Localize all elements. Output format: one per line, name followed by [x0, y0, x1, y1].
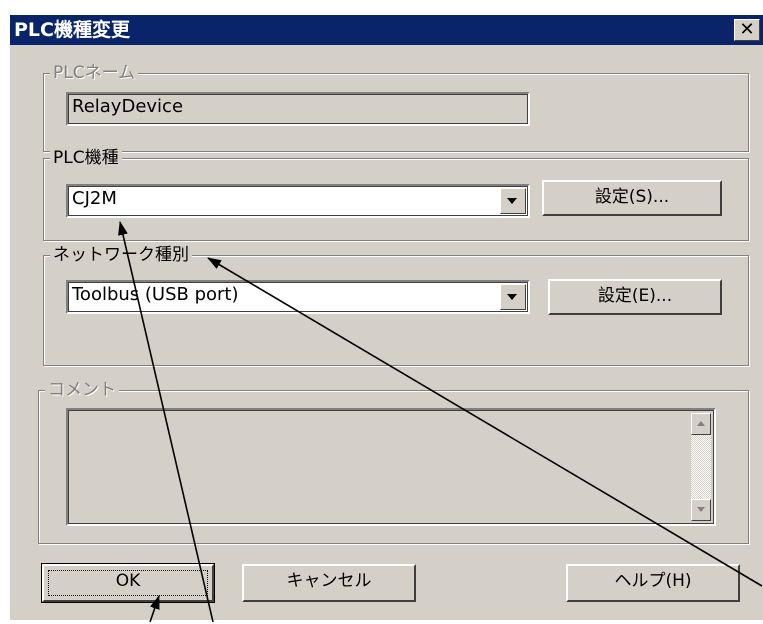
close-icon: ✕ — [739, 19, 755, 40]
plc-model-dropdown-chevron-down-icon[interactable] — [500, 188, 526, 214]
network-type-value: Toolbus (USB port) — [72, 284, 239, 305]
plc-model-settings-label: 設定(S)... — [594, 187, 670, 207]
network-type-select[interactable]: Toolbus (USB port) — [66, 280, 530, 314]
network-type-dropdown-chevron-down-icon[interactable] — [500, 284, 526, 310]
ok-label: OK — [115, 571, 141, 591]
plc-name-field: RelayDevice — [66, 92, 530, 126]
plc-name-label: PLCネーム — [50, 62, 139, 84]
plc-model-label: PLC機種 — [50, 147, 122, 169]
comment-textarea — [66, 408, 716, 526]
network-settings-button[interactable]: 設定(E)... — [548, 279, 722, 315]
comment-scrollbar — [691, 413, 711, 521]
help-button[interactable]: ヘルプ(H) — [566, 564, 740, 602]
title-bar: PLC機種変更 ✕ — [10, 15, 763, 45]
close-button[interactable]: ✕ — [734, 19, 760, 41]
scroll-up-icon — [691, 413, 711, 435]
cancel-button[interactable]: キャンセル — [242, 564, 416, 602]
scroll-down-icon — [691, 499, 711, 521]
network-type-label: ネットワーク種別 — [50, 244, 192, 266]
plc-model-change-dialog: PLC機種変更 ✕ PLCネーム RelayDevice PLC機種 CJ2M … — [9, 14, 763, 620]
plc-model-select[interactable]: CJ2M — [66, 184, 530, 218]
plc-model-settings-button[interactable]: 設定(S)... — [542, 180, 722, 216]
network-settings-label: 設定(E)... — [597, 286, 673, 306]
comment-label: コメント — [45, 379, 119, 401]
window-title: PLC機種変更 — [14, 19, 130, 41]
cancel-label: キャンセル — [286, 571, 372, 591]
plc-model-value: CJ2M — [72, 188, 117, 209]
ok-button[interactable]: OK — [41, 563, 215, 603]
help-label: ヘルプ(H) — [614, 571, 692, 591]
